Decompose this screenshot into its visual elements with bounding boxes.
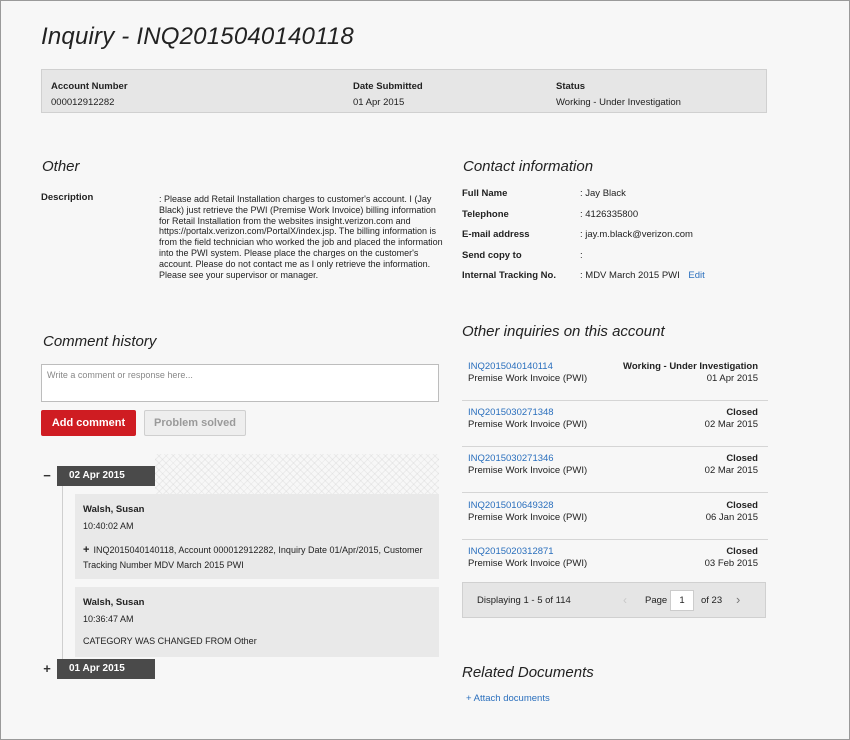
inquiry-id-link[interactable]: INQ2015040140114 <box>468 361 553 372</box>
pagination-bar: Displaying 1 - 5 of 114 ‹ Page 1 of 23 › <box>462 582 766 618</box>
inquiry-type: Premise Work Invoice (PWI) <box>468 558 588 569</box>
date-submitted-block: Date Submitted 01 Apr 2015 <box>353 81 423 108</box>
status-block: Status Working - Under Investigation <box>556 81 681 108</box>
comment-author: Walsh, Susan <box>83 597 145 608</box>
inquiry-status: Closed <box>726 407 758 418</box>
inquiry-row[interactable]: INQ2015030271348 Premise Work Invoice (P… <box>462 400 768 447</box>
inquiry-type: Premise Work Invoice (PWI) <box>468 419 588 430</box>
contact-value: : Jay Black <box>580 188 626 199</box>
comment-history-title: Comment history <box>43 333 157 350</box>
comment-input[interactable]: Write a comment or response here... <box>41 364 439 402</box>
displaying-count: Displaying 1 - 5 of 114 <box>477 595 571 606</box>
contact-section-title: Contact information <box>463 158 594 175</box>
contact-label: Full Name <box>462 188 508 199</box>
inquiry-row[interactable]: INQ2015040140114 Premise Work Invoice (P… <box>462 354 768 401</box>
page-total: of 23 <box>701 595 723 606</box>
chevron-right-icon[interactable]: › <box>736 592 740 607</box>
date-submitted-value: 01 Apr 2015 <box>353 97 405 108</box>
contact-label: E-mail address <box>462 229 530 240</box>
edit-tracking-link[interactable]: Edit <box>688 270 704 281</box>
comment-time: 10:36:47 AM <box>83 614 134 624</box>
other-section-title: Other <box>42 158 80 175</box>
inquiry-id-link[interactable]: INQ2015030271348 <box>468 407 554 418</box>
description-text: : Please add Retail Installation charges… <box>159 194 443 280</box>
inquiry-type: Premise Work Invoice (PWI) <box>468 373 588 384</box>
inquiry-row[interactable]: INQ2015010649328 Premise Work Invoice (P… <box>462 493 768 540</box>
comment-time: 10:40:02 AM <box>83 521 134 531</box>
comment-entry: Walsh, Susan 10:36:47 AM CATEGORY WAS CH… <box>75 587 439 657</box>
inquiry-date: 03 Feb 2015 <box>704 558 758 569</box>
other-inquiries-title: Other inquiries on this account <box>462 323 665 340</box>
comment-body: + INQ2015040140118, Account 000012912282,… <box>83 543 431 573</box>
inquiry-status: Closed <box>726 500 758 511</box>
problem-solved-button[interactable]: Problem solved <box>144 410 246 436</box>
account-number-block: Account Number 000012912282 <box>51 81 128 108</box>
comment-entry: Walsh, Susan 10:40:02 AM + INQ20150401401… <box>75 494 439 579</box>
expand-plus-icon[interactable]: + <box>83 544 89 556</box>
add-comment-button[interactable]: Add comment <box>41 410 136 436</box>
timeline-date-header[interactable]: 02 Apr 2015 <box>57 466 155 486</box>
related-documents-title: Related Documents <box>462 664 594 681</box>
inquiry-status: Closed <box>726 546 758 557</box>
inquiry-id-link[interactable]: INQ2015020312871 <box>468 546 554 557</box>
account-number-value: 000012912282 <box>51 97 115 108</box>
tracking-value: : MDV March 2015 PWI <box>580 270 680 281</box>
inquiry-date: 06 Jan 2015 <box>705 512 758 523</box>
page-frame: Inquiry - INQ2015040140118 Account Numbe… <box>0 0 850 740</box>
inquiry-date: 02 Mar 2015 <box>704 465 758 476</box>
contact-value: : 4126335800 <box>580 209 639 220</box>
page-title: Inquiry - INQ2015040140118 <box>41 23 354 50</box>
inquiry-row[interactable]: INQ2015030271346 Premise Work Invoice (P… <box>462 446 768 493</box>
contact-label: Internal Tracking No. <box>462 270 556 281</box>
comment-text: INQ2015040140118, Account 000012912282, … <box>83 545 423 570</box>
comment-author: Walsh, Susan <box>83 504 145 515</box>
inquiry-id-link[interactable]: INQ2015030271346 <box>468 453 554 464</box>
account-number-label: Account Number <box>51 81 128 92</box>
inquiry-status: Closed <box>726 453 758 464</box>
comment-text: CATEGORY WAS CHANGED FROM Other <box>83 636 257 646</box>
contact-label: Telephone <box>462 209 509 220</box>
contact-value: : jay.m.black@verizon.com <box>580 229 693 240</box>
contact-value: : MDV March 2015 PWI Edit <box>580 270 705 281</box>
page-number-input[interactable]: 1 <box>670 590 694 611</box>
description-label: Description <box>41 192 94 203</box>
chevron-left-icon[interactable]: ‹ <box>623 593 627 607</box>
timeline-date-header[interactable]: 01 Apr 2015 <box>57 659 155 679</box>
inquiry-date: 01 Apr 2015 <box>706 373 758 384</box>
inquiry-date: 02 Mar 2015 <box>704 419 758 430</box>
inquiry-id-link[interactable]: INQ2015010649328 <box>468 500 554 511</box>
inquiry-row[interactable]: INQ2015020312871 Premise Work Invoice (P… <box>462 539 768 586</box>
contact-value: : <box>580 250 583 261</box>
status-value: Working - Under Investigation <box>556 97 681 108</box>
collapse-icon[interactable]: − <box>41 469 53 482</box>
inquiry-type: Premise Work Invoice (PWI) <box>468 512 588 523</box>
summary-bar: Account Number 000012912282 Date Submitt… <box>41 69 767 113</box>
timeline-line <box>62 486 63 662</box>
contact-label: Send copy to <box>462 250 522 261</box>
expand-icon[interactable]: + <box>41 662 53 675</box>
inquiry-type: Premise Work Invoice (PWI) <box>468 465 588 476</box>
date-submitted-label: Date Submitted <box>353 81 423 92</box>
page-label: Page <box>645 595 668 606</box>
attach-documents-link[interactable]: + Attach documents <box>466 693 550 704</box>
status-label: Status <box>556 81 586 92</box>
inquiry-status: Working - Under Investigation <box>623 361 758 372</box>
